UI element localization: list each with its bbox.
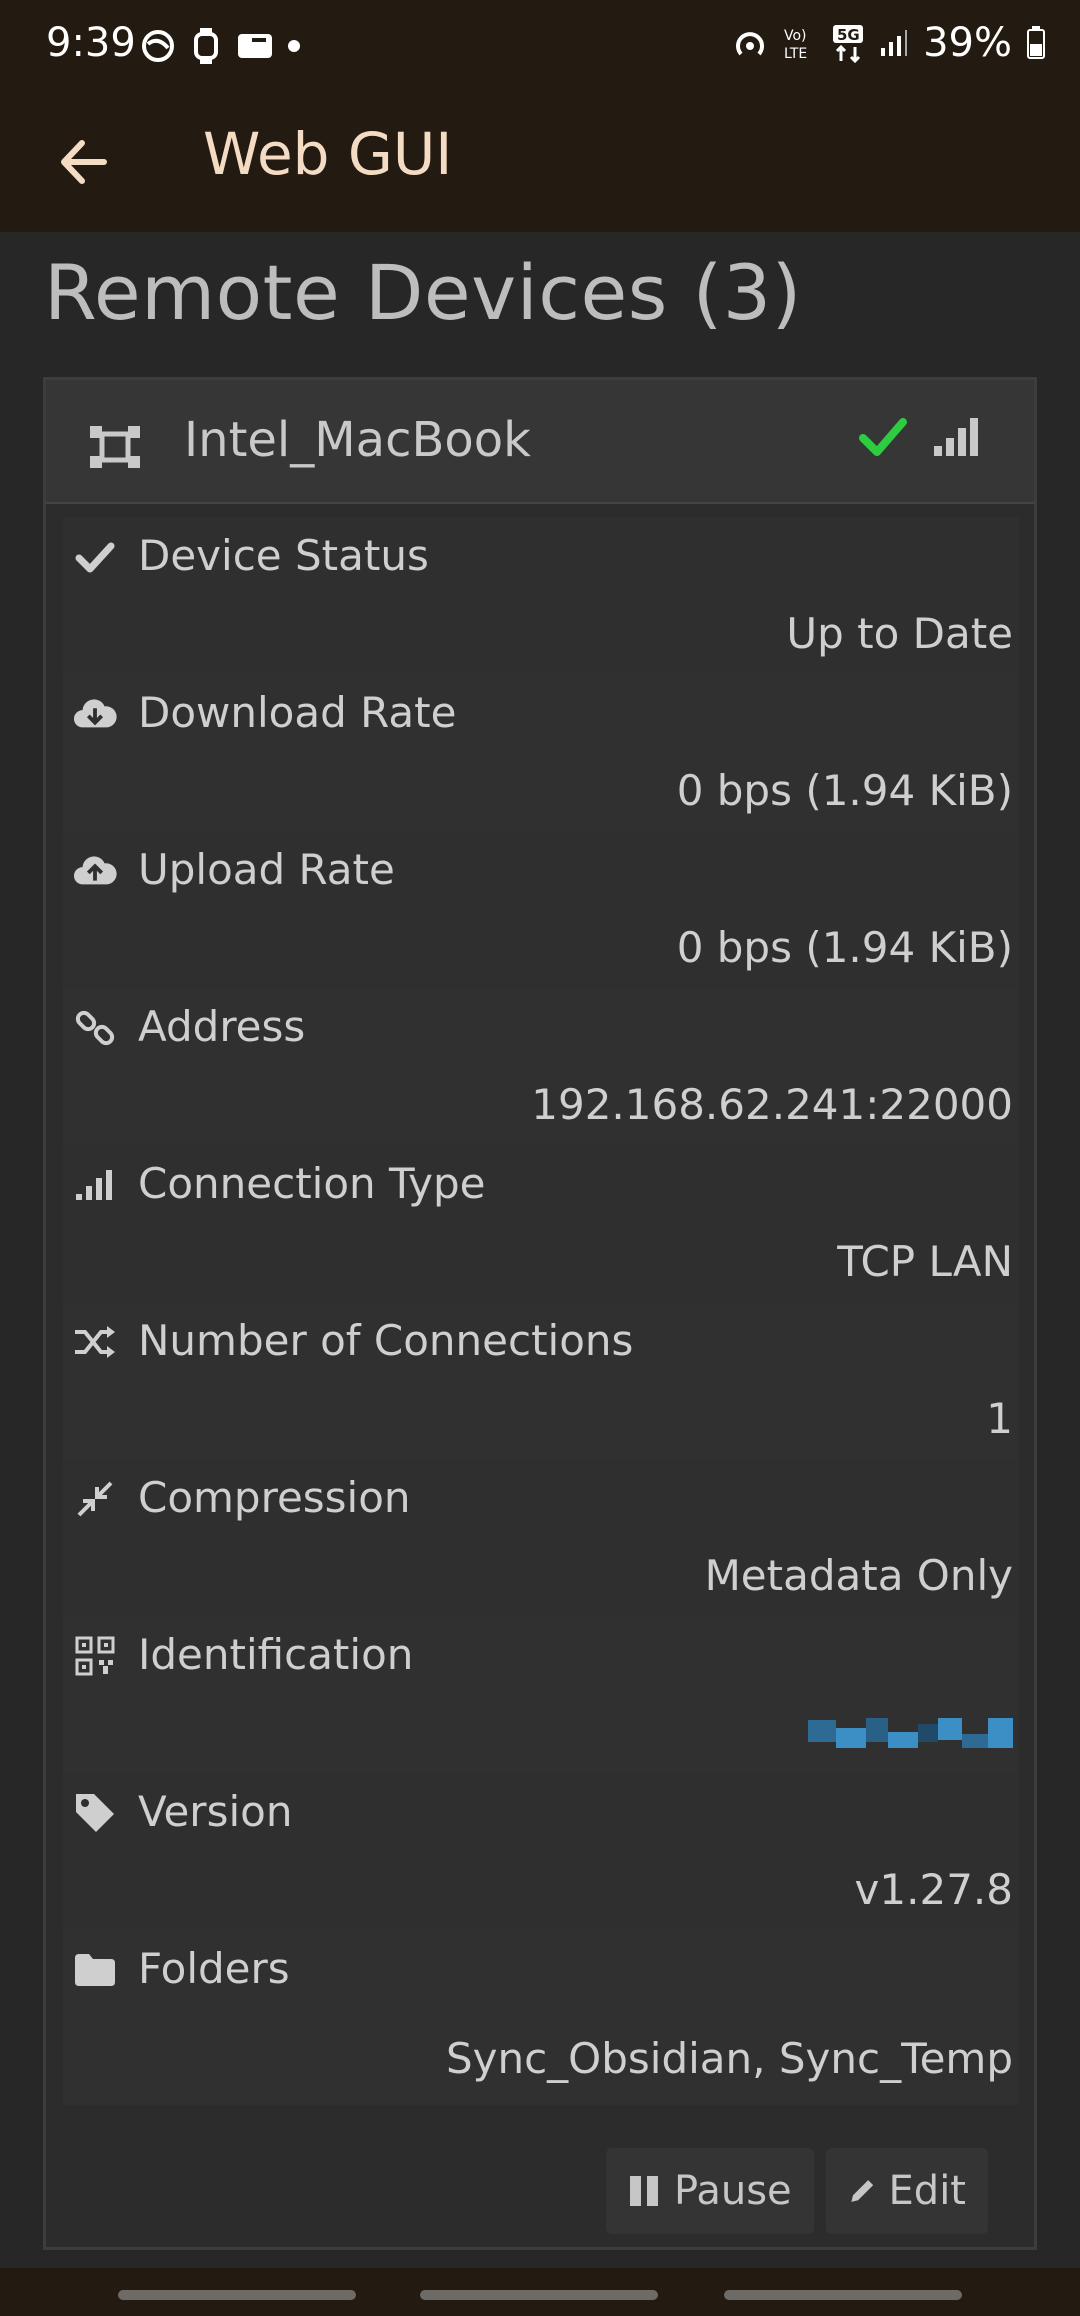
system-status-icons: Vo) LTE 5G 39%: [731, 20, 1046, 66]
device-id-redacted[interactable]: [808, 1714, 1013, 1752]
row-label: Number of Connections: [138, 1316, 634, 1365]
connection-signal-icon: [934, 418, 978, 456]
device-name: Intel_MacBook: [184, 412, 531, 468]
address-row: Address 192.168.62.241:22000: [63, 988, 1019, 1145]
row-value: 192.168.62.241:22000: [531, 1080, 1013, 1129]
battery-percent: 39%: [923, 20, 1012, 66]
row-value: 1: [986, 1394, 1013, 1443]
battery-icon: [1027, 26, 1045, 59]
row-value: v1.27.8: [854, 1865, 1013, 1914]
check-icon: [73, 535, 117, 579]
row-label: Upload Rate: [138, 845, 395, 894]
shuffle-icon: [73, 1320, 117, 1364]
app-title: Web GUI: [203, 120, 453, 188]
identification-row: Identification: [63, 1616, 1019, 1773]
row-value: Up to Date: [786, 609, 1013, 658]
row-value: TCP LAN: [837, 1237, 1013, 1286]
folder-icon: [73, 1948, 117, 1992]
row-label: Identification: [138, 1630, 414, 1679]
row-label: Device Status: [138, 531, 429, 580]
row-value: 0 bps (1.94 KiB): [676, 766, 1013, 815]
signal-icon: [881, 30, 908, 56]
dot-icon: [288, 40, 300, 52]
download-rate-row: Download Rate 0 bps (1.94 KiB): [63, 674, 1019, 831]
status-time: 9:39: [46, 20, 136, 66]
cloud-upload-icon: [73, 849, 117, 893]
version-row: Version v1.27.8: [63, 1773, 1019, 1930]
compress-icon: [73, 1477, 117, 1521]
cloud-download-icon: [73, 692, 117, 736]
tag-icon: [73, 1791, 117, 1835]
back-button[interactable]: [50, 127, 120, 197]
nav-back-button[interactable]: [724, 2290, 962, 2300]
page-title: Remote Devices (3): [44, 248, 802, 337]
device-status-row: Device Status Up to Date: [63, 517, 1019, 674]
arrow-back-icon: [61, 140, 107, 184]
device-actions: Pause Edit: [46, 2138, 1034, 2253]
pause-icon: [630, 2176, 658, 2206]
phone-icon: [238, 34, 272, 58]
notification-icons: [140, 26, 302, 66]
row-value: Sync_Obsidian, Sync_Temp: [445, 2034, 1013, 2083]
status-bar: 9:39 Vo) LTE 5G 39%: [0, 0, 1080, 92]
upload-rate-row: Upload Rate 0 bps (1.94 KiB): [63, 831, 1019, 988]
row-label: Folders: [138, 1944, 290, 1993]
device-card: Intel_MacBook Device Status Up to Date D…: [43, 377, 1037, 2250]
compression-row: Compression Metadata Only: [63, 1459, 1019, 1616]
hotspot-icon: [736, 32, 765, 56]
nav-home-button[interactable]: [420, 2290, 658, 2300]
5g-icon: 5G: [833, 25, 864, 63]
row-label: Address: [138, 1002, 306, 1051]
pencil-icon: [851, 2180, 874, 2202]
volte-icon: Vo) LTE: [784, 28, 807, 62]
edit-button-label: Edit: [888, 2168, 966, 2214]
row-value: Metadata Only: [704, 1551, 1013, 1600]
row-label: Connection Type: [138, 1159, 486, 1208]
app-bar: Web GUI: [0, 92, 1080, 232]
device-details: Device Status Up to Date Download Rate 0…: [63, 517, 1019, 2105]
svg-text:Vo): Vo): [784, 28, 807, 44]
folders-row: Folders Sync_Obsidian, Sync_Temp: [63, 1930, 1019, 2105]
row-label: Compression: [138, 1473, 411, 1522]
svg-text:LTE: LTE: [784, 46, 807, 62]
connection-type-row: Connection Type TCP LAN: [63, 1145, 1019, 1302]
system-nav-bar: [0, 2268, 1080, 2316]
pause-button-label: Pause: [674, 2168, 792, 2214]
row-label: Version: [138, 1787, 293, 1836]
blob-icon: [142, 30, 174, 62]
watch-icon: [194, 28, 218, 64]
signal-icon: [73, 1163, 117, 1207]
up-to-date-check-icon: [859, 418, 907, 456]
nav-recents-button[interactable]: [118, 2290, 356, 2300]
link-icon: [73, 1006, 117, 1050]
device-card-header[interactable]: Intel_MacBook: [46, 380, 1034, 504]
row-label: Download Rate: [138, 688, 457, 737]
device-icon: [90, 426, 140, 468]
qrcode-icon: [73, 1634, 117, 1678]
edit-button[interactable]: Edit: [826, 2148, 988, 2234]
svg-text:5G: 5G: [837, 26, 860, 44]
pause-button[interactable]: Pause: [606, 2148, 814, 2234]
connections-count-row: Number of Connections 1: [63, 1302, 1019, 1459]
row-value: 0 bps (1.94 KiB): [676, 923, 1013, 972]
